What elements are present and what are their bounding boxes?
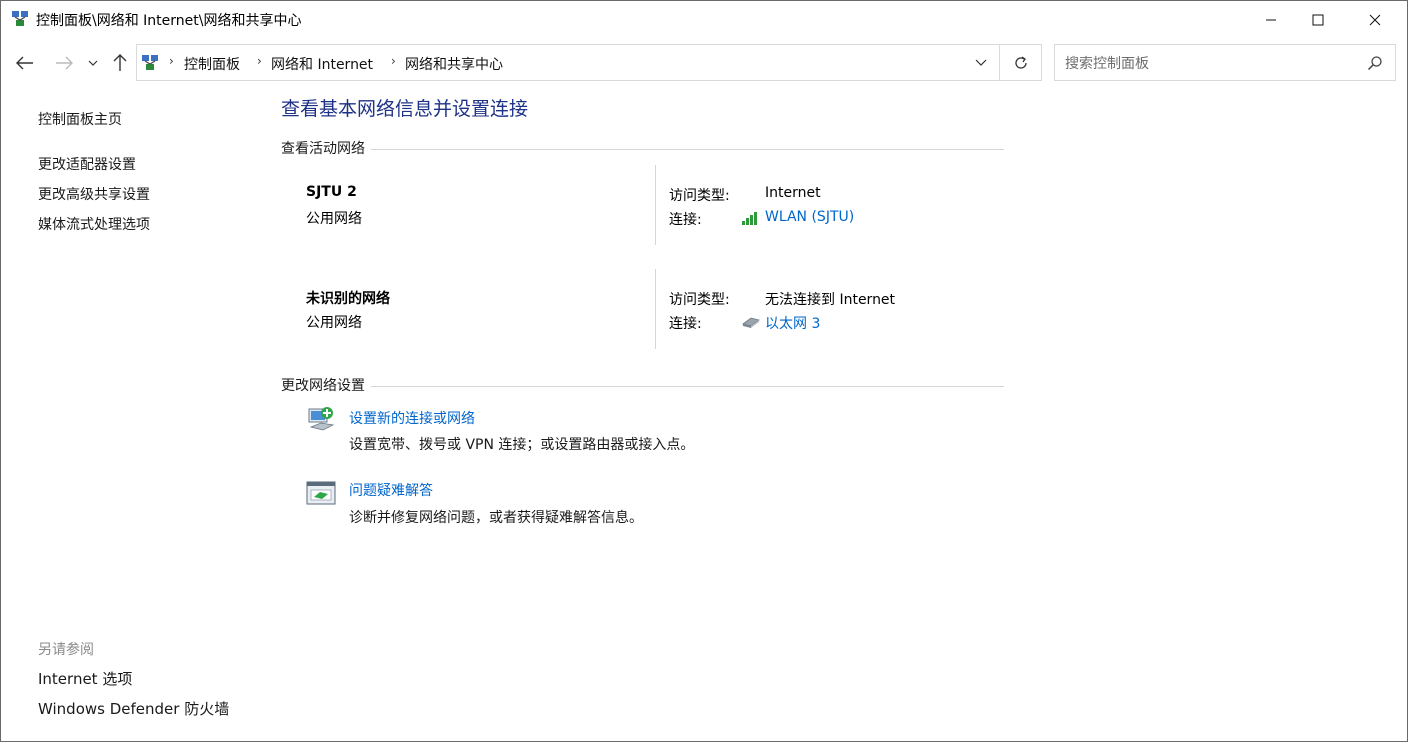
recent-locations-button[interactable]: [83, 49, 103, 77]
page-title: 查看基本网络信息并设置连接: [281, 98, 529, 120]
section-divider: [281, 149, 1004, 150]
window-title: 控制面板\网络和 Internet\网络和共享中心: [36, 13, 302, 29]
up-button[interactable]: [107, 49, 133, 77]
see-also-title: 另请参阅: [38, 642, 94, 658]
title-bar: 控制面板\网络和 Internet\网络和共享中心: [1, 1, 1407, 39]
troubleshoot-problems-description: 诊断并修复网络问题，或者获得疑难解答信息。: [349, 510, 643, 526]
troubleshoot-problems-link[interactable]: 问题疑难解答: [349, 480, 433, 500]
connection-label: 连接:: [669, 316, 702, 332]
search-icon[interactable]: [1367, 55, 1383, 71]
network-center-icon: [12, 11, 28, 26]
access-type-label: 访问类型:: [669, 188, 730, 204]
access-type-value: Internet: [765, 185, 821, 201]
ethernet-connection-link[interactable]: 以太网 3: [765, 313, 820, 333]
chevron-down-icon: [975, 59, 987, 66]
network-name: 未识别的网络: [306, 291, 390, 307]
breadcrumb-network-internet[interactable]: 网络和 Internet: [271, 54, 373, 74]
maximize-button[interactable]: [1295, 1, 1341, 39]
forward-button[interactable]: [51, 49, 77, 77]
chevron-down-icon: [88, 60, 98, 66]
access-type-value: 无法连接到 Internet: [765, 292, 896, 308]
breadcrumb-network-sharing-center[interactable]: 网络和共享中心: [405, 54, 503, 74]
network-center-icon: [142, 55, 158, 70]
connection-label: 连接:: [669, 212, 702, 228]
setup-new-connection-description: 设置宽带、拨号或 VPN 连接；或设置路由器或接入点。: [349, 437, 695, 453]
media-streaming-options-link[interactable]: 媒体流式处理选项: [38, 214, 150, 234]
internet-options-link[interactable]: Internet 选项: [38, 668, 132, 689]
network-category[interactable]: 公用网络: [306, 208, 362, 228]
new-connection-icon: [308, 407, 335, 431]
search-input[interactable]: [1063, 53, 1357, 75]
divider: [999, 45, 1000, 80]
chevron-right-icon[interactable]: ›: [257, 54, 262, 68]
arrow-left-icon: [16, 56, 33, 70]
chevron-right-icon[interactable]: ›: [391, 54, 396, 68]
windows-defender-firewall-link[interactable]: Windows Defender 防火墙: [38, 698, 229, 719]
setup-new-connection-link[interactable]: 设置新的连接或网络: [349, 408, 475, 428]
address-history-dropdown[interactable]: [969, 51, 993, 75]
wifi-signal-icon: [742, 212, 757, 225]
back-button[interactable]: [12, 49, 38, 77]
search-box[interactable]: [1054, 44, 1396, 81]
change-advanced-sharing-link[interactable]: 更改高级共享设置: [38, 184, 150, 204]
chevron-right-icon[interactable]: ›: [169, 54, 174, 68]
wlan-connection-link[interactable]: WLAN (SJTU): [765, 209, 854, 225]
minimize-icon: [1266, 19, 1276, 21]
access-type-label: 访问类型:: [669, 292, 730, 308]
arrow-right-icon: [56, 56, 73, 70]
network-divider: [655, 269, 656, 349]
address-bar[interactable]: › 控制面板 › 网络和 Internet › 网络和共享中心: [136, 44, 1042, 81]
network-name: SJTU 2: [306, 184, 357, 200]
troubleshoot-icon: [306, 481, 336, 505]
section-divider: [281, 386, 1004, 387]
ethernet-icon: [742, 317, 760, 328]
network-category[interactable]: 公用网络: [306, 312, 362, 332]
arrow-up-icon: [113, 54, 127, 71]
minimize-button[interactable]: [1248, 1, 1294, 39]
maximize-icon: [1312, 14, 1324, 26]
change-adapter-settings-link[interactable]: 更改适配器设置: [38, 154, 136, 174]
active-networks-title: 查看活动网络: [281, 138, 371, 158]
network-divider: [655, 165, 656, 245]
close-button[interactable]: [1352, 1, 1398, 39]
window: 控制面板\网络和 Internet\网络和共享中心 › 控制面板 › 网络和 I…: [0, 0, 1408, 742]
control-panel-home-link[interactable]: 控制面板主页: [38, 109, 122, 129]
refresh-icon: [1015, 56, 1027, 69]
breadcrumb-control-panel[interactable]: 控制面板: [184, 54, 240, 74]
refresh-button[interactable]: [1007, 51, 1035, 75]
change-settings-title: 更改网络设置: [281, 375, 371, 395]
close-icon: [1369, 14, 1381, 26]
